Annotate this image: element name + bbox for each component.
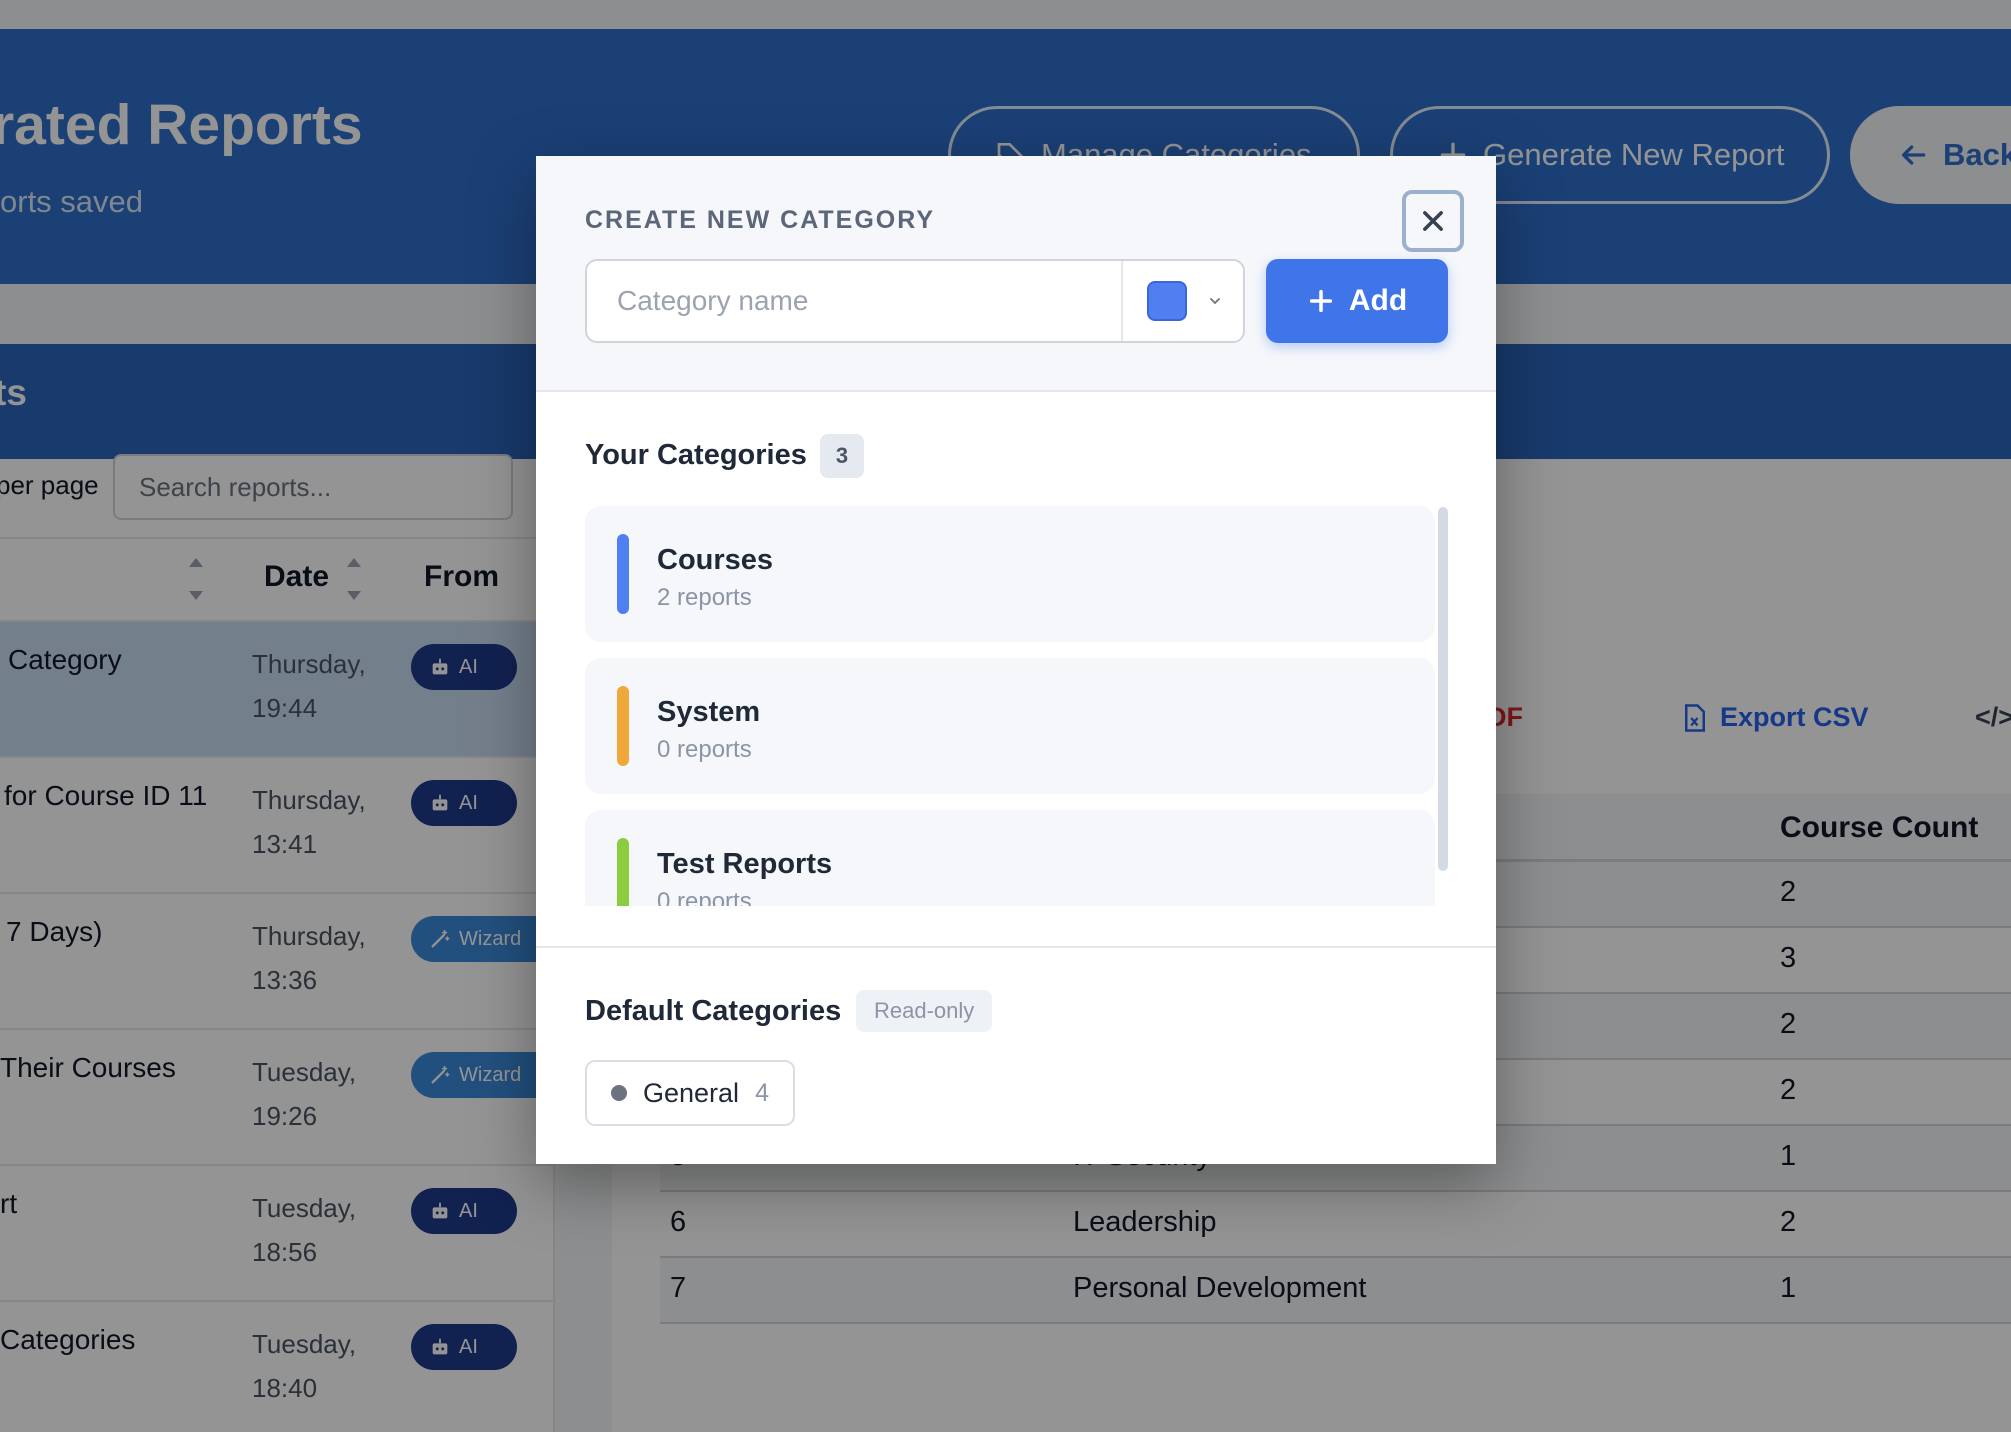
category-input-group [585,259,1245,343]
color-picker[interactable] [1121,261,1245,341]
category-name: System [657,696,761,728]
modal-heading: CREATE NEW CATEGORY [585,206,936,234]
category-name-input[interactable] [587,261,1121,341]
category-count-badge: 3 [820,434,864,478]
read-only-badge: Read-only [856,990,993,1032]
color-swatch [1147,281,1187,321]
category-name: Test Reports [657,848,833,880]
category-color-bar [617,686,629,766]
category-list-scrollbar[interactable] [1438,507,1448,871]
close-icon [1423,211,1443,231]
category-item[interactable]: Test Reports 0 reports [585,810,1435,906]
category-report-count: 0 reports [657,736,752,763]
default-category-name: General [643,1077,740,1108]
category-color-bar [617,838,629,906]
category-list: Courses 2 reports System 0 reports Test … [585,506,1453,906]
plus-icon [1309,289,1332,313]
default-category-chip: General 4 [585,1060,795,1126]
category-report-count: 2 reports [657,584,752,611]
your-categories-heading: Your Categories [585,439,807,471]
category-report-count: 0 reports [657,888,752,906]
add-label: Add [1348,284,1408,317]
category-color-bar [617,534,629,614]
category-item[interactable]: Courses 2 reports [585,506,1435,642]
category-item[interactable]: System 0 reports [585,658,1435,794]
category-name: Courses [657,544,774,576]
default-category-count: 4 [755,1078,769,1107]
chevron-down-icon [1210,298,1220,305]
category-color-dot [611,1085,627,1101]
add-category-button[interactable]: Add [1266,259,1448,343]
create-category-modal: CREATE NEW CATEGORY Add Your Categories … [536,156,1496,1164]
close-button[interactable] [1402,190,1464,252]
default-categories-heading: Default Categories [585,995,842,1027]
divider [536,946,1496,948]
